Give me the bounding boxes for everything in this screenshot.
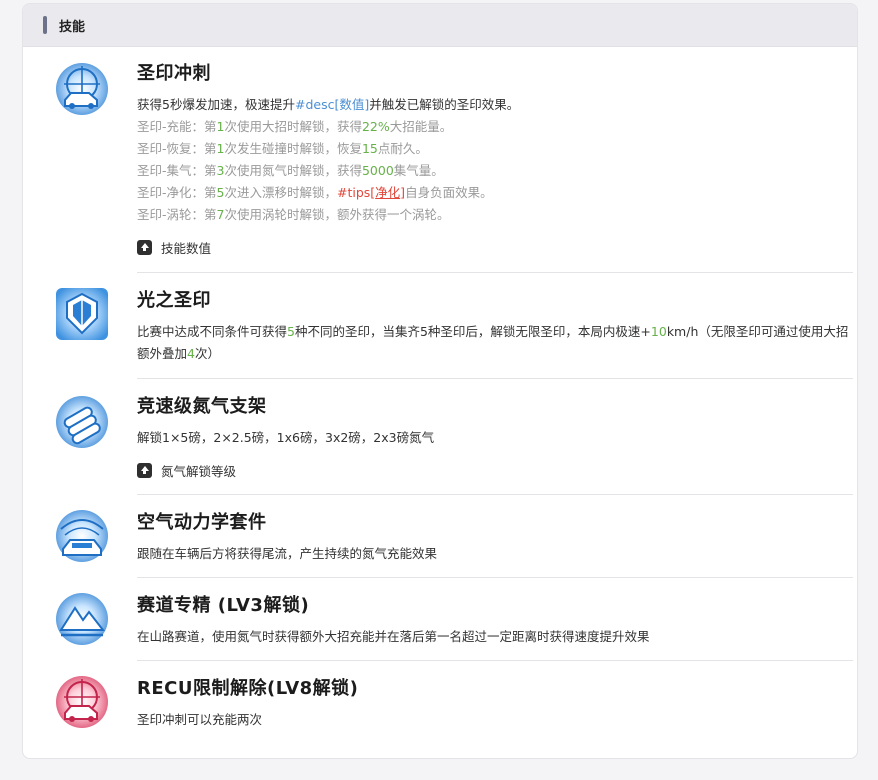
seal-line-turbo: 圣印-涡轮：第7次使用涡轮时解锁，额外获得一个涡轮。 bbox=[137, 207, 450, 222]
nitro-unlock-toggle[interactable]: 氮气解锁等级 bbox=[137, 461, 853, 480]
skill-name: 光之圣印 bbox=[137, 290, 211, 311]
skill-values-toggle[interactable]: 技能数值 bbox=[137, 238, 853, 257]
skill-name: 圣印冲刺 bbox=[137, 63, 211, 84]
car-crest-icon bbox=[56, 63, 108, 115]
seal-line-recover: 圣印-恢复：第1次发生碰撞时解锁，恢复15点耐久。 bbox=[137, 141, 428, 156]
skill-description: 获得5秒爆发加速，极速提升#desc[数值]并触发已解锁的圣印效果。 bbox=[137, 97, 520, 112]
skills-panel: 技能 圣印冲刺 获得5秒爆发加速，极速提升#desc[数值]并触发已解锁的圣印效 bbox=[22, 3, 858, 759]
skill-description: 在山路赛道，使用氮气时获得额外大招充能并在落后第一名超过一定距离时获得速度提升效… bbox=[137, 629, 650, 644]
panel-title: 技能 bbox=[59, 19, 86, 35]
skill-name: 竞速级氮气支架 bbox=[137, 396, 267, 417]
skill-values-label: 技能数值 bbox=[161, 241, 212, 256]
skill-item-6: RECU限制解除(LV8解锁) 圣印冲刺可以充能两次 bbox=[23, 661, 857, 757]
skill-name: RECU限制解除(LV8解锁) bbox=[137, 678, 359, 699]
skill-description: 圣印冲刺可以充能两次 bbox=[137, 712, 263, 727]
seal-line-charge: 圣印-充能：第1次使用大招时解锁，获得22%大招能量。 bbox=[137, 119, 453, 134]
car-crest-pink-icon bbox=[56, 676, 108, 728]
skill-item-3: 竞速级氮气支架 解锁1×5磅，2×2.5磅，1x6磅，3x2磅，2x3磅氮气 氮… bbox=[23, 379, 857, 495]
skill-description: 比赛中达成不同条件可获得5种不同的圣印，当集齐5种圣印后，解锁无限圣印，本局内极… bbox=[137, 324, 849, 361]
skill-name: 空气动力学套件 bbox=[137, 512, 267, 533]
skill-description: 跟随在车辆后方将获得尾流，产生持续的氮气充能效果 bbox=[137, 546, 438, 561]
header-accent-bar bbox=[43, 16, 47, 34]
mountain-icon bbox=[56, 593, 108, 645]
panel-header: 技能 bbox=[23, 4, 857, 47]
seal-line-gather: 圣印-集气：第3次使用氮气时解锁，获得5000集气量。 bbox=[137, 163, 444, 178]
shield-emblem-icon bbox=[56, 288, 108, 340]
collapse-up-icon bbox=[137, 240, 152, 255]
skill-item-4: 空气动力学套件 跟随在车辆后方将获得尾流，产生持续的氮气充能效果 bbox=[23, 495, 857, 578]
skill-item-1: 圣印冲刺 获得5秒爆发加速，极速提升#desc[数值]并触发已解锁的圣印效果。 … bbox=[23, 46, 857, 273]
skill-item-5: 赛道专精 (LV3解锁) 在山路赛道，使用氮气时获得额外大招充能并在落后第一名超… bbox=[23, 578, 857, 661]
nitro-tanks-icon bbox=[56, 396, 108, 448]
seal-line-purify: 圣印-净化：第5次进入漂移时解锁，#tips[净化]自身负面效果。 bbox=[137, 185, 493, 200]
skill-item-2: 光之圣印 比赛中达成不同条件可获得5种不同的圣印，当集齐5种圣印后，解锁无限圣印… bbox=[23, 273, 857, 379]
tips-purify-link[interactable]: 净化 bbox=[375, 185, 400, 200]
nitro-unlock-label: 氮气解锁等级 bbox=[161, 464, 237, 479]
collapse-up-icon bbox=[137, 463, 152, 478]
aero-car-icon bbox=[56, 510, 108, 562]
skill-description: 解锁1×5磅，2×2.5磅，1x6磅，3x2磅，2x3磅氮气 bbox=[137, 430, 435, 445]
skill-name: 赛道专精 (LV3解锁) bbox=[137, 595, 310, 616]
